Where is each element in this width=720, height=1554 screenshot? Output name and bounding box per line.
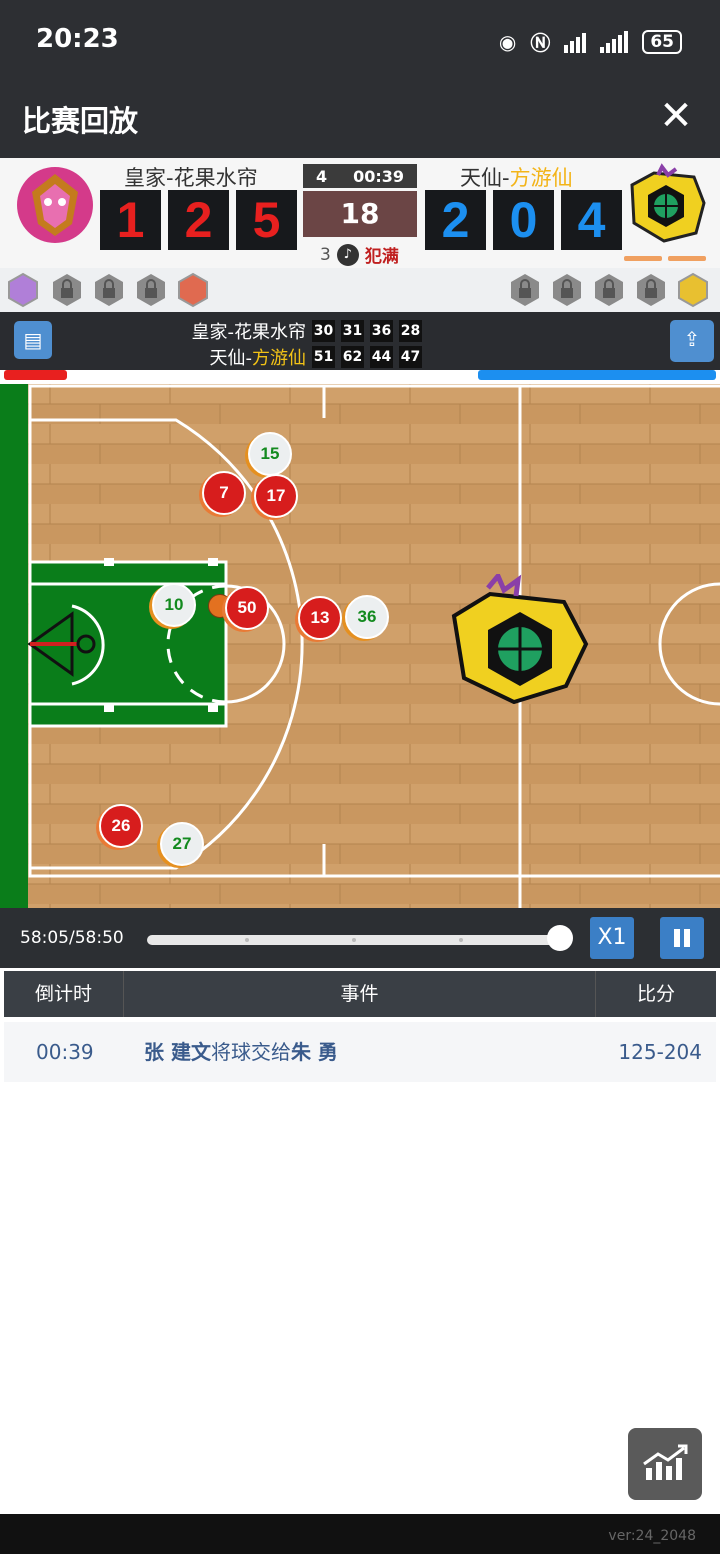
column-header-event: 事件	[124, 971, 596, 1017]
lock-icon[interactable]	[550, 272, 584, 308]
pause-button[interactable]	[660, 917, 704, 959]
home-team-logo	[17, 167, 93, 243]
status-time: 20:23	[36, 24, 119, 54]
home-quarter-team: 皇家-花果水帘	[191, 322, 307, 343]
signal-icon	[564, 31, 587, 53]
away-score-digit: 0	[493, 190, 554, 250]
stats-chart-button[interactable]	[628, 1428, 702, 1500]
chart-icon	[643, 1444, 688, 1480]
home-score-digit: 1	[100, 190, 161, 250]
period: 4	[315, 166, 328, 186]
event-description: 张 建文将球交给朱 勇	[144, 1040, 338, 1064]
home-player-token[interactable]: 50	[225, 586, 269, 630]
close-button[interactable]: ✕	[656, 94, 696, 138]
home-team-name: 皇家-花果水帘	[124, 166, 258, 190]
page-title: 比赛回放	[22, 104, 139, 138]
lock-icon[interactable]	[592, 272, 626, 308]
pause-icon	[674, 929, 680, 947]
quarter-score: 47	[399, 346, 422, 368]
away-score: 2 0 4	[425, 190, 622, 250]
quarter-score: 31	[341, 320, 364, 342]
quarter-score: 51	[312, 346, 335, 368]
nfc-icon: Ⓝ	[530, 31, 551, 55]
away-player-token[interactable]: 10	[152, 583, 196, 627]
foul-count: 3	[320, 244, 331, 265]
home-possession	[4, 370, 67, 380]
playback-slider-knob[interactable]	[546, 925, 573, 951]
team-badge-icon[interactable]	[176, 272, 210, 308]
player-badge-row	[0, 268, 720, 312]
scoreboard: 皇家-花果水帘 1 2 5 4 00:39 18 3 ♪ 犯满 天仙-方游仙 2…	[0, 158, 720, 268]
playback-slider[interactable]	[147, 935, 565, 945]
foul-status: 犯满	[364, 247, 399, 267]
away-timeout-indicators	[624, 256, 706, 261]
home-score-digit: 2	[168, 190, 229, 250]
team-badge-icon[interactable]	[676, 272, 710, 308]
away-player-token[interactable]: 36	[345, 595, 389, 639]
home-player-token[interactable]: 13	[298, 596, 342, 640]
quarter-score: 30	[312, 320, 335, 342]
shot-clock: 18	[303, 191, 417, 237]
column-header-countdown: 倒计时	[4, 971, 124, 1017]
quarter-score: 36	[370, 320, 393, 342]
playback-time: 58:05/58:50	[20, 928, 124, 948]
lock-icon[interactable]	[92, 272, 126, 308]
home-quarter-row: 皇家-花果水帘 30 31 36 28	[191, 318, 422, 344]
quarter-scores-panel: ▤ 皇家-花果水帘 30 31 36 28 天仙-方游仙 51 62 44 47…	[0, 312, 720, 370]
center-court-logo	[451, 574, 589, 704]
foul-indicator: 3 ♪ 犯满	[320, 242, 399, 267]
possession-bar	[0, 370, 720, 384]
lock-icon[interactable]	[134, 272, 168, 308]
speed-button[interactable]: X1	[590, 917, 634, 959]
away-quarter-team: 天仙-方游仙	[209, 348, 307, 369]
away-score-digit: 2	[425, 190, 486, 250]
home-player-token[interactable]: 26	[99, 804, 143, 848]
eye-icon: ◉	[498, 29, 517, 54]
home-player-token[interactable]: 17	[254, 474, 298, 518]
status-icons: ◉ Ⓝ 65	[499, 27, 682, 56]
quarter-score: 44	[370, 346, 393, 368]
lock-icon[interactable]	[634, 272, 668, 308]
lock-icon[interactable]	[50, 272, 84, 308]
version-label: ver:24_2048	[608, 1528, 696, 1544]
away-player-token[interactable]: 15	[248, 432, 292, 476]
away-team-logo	[630, 163, 706, 243]
basketball-court: 15 7 17 10 50 13 36 26 27	[0, 384, 720, 908]
status-bar: 20:23 ◉ Ⓝ 65	[0, 0, 720, 76]
away-team-name: 天仙-方游仙	[460, 166, 573, 190]
away-score-digit: 4	[561, 190, 622, 250]
title-bar: 比赛回放 ✕	[0, 76, 720, 158]
quarter-score: 62	[341, 346, 364, 368]
team-badge-icon[interactable]	[6, 272, 40, 308]
events-table-header: 倒计时 事件 比分	[4, 971, 716, 1017]
game-clock-box: 4 00:39	[303, 164, 417, 188]
home-score: 1 2 5	[100, 190, 297, 250]
away-player-token[interactable]: 27	[160, 822, 204, 866]
battery-icon: 65	[642, 29, 682, 54]
home-player-token[interactable]: 7	[202, 471, 246, 515]
footer-bar: ver:24_2048	[0, 1514, 720, 1554]
event-score: 125-204	[618, 1040, 702, 1064]
share-icon[interactable]: ⇪	[670, 320, 714, 362]
home-score-digit: 5	[236, 190, 297, 250]
quarter-score: 28	[399, 320, 422, 342]
whistle-icon: ♪	[336, 243, 359, 266]
signal-icon-2	[600, 30, 629, 53]
lock-icon[interactable]	[508, 272, 542, 308]
table-row[interactable]: 00:39 张 建文将球交给朱 勇 125-204	[4, 1022, 716, 1082]
game-clock: 00:39	[353, 166, 404, 186]
column-header-score: 比分	[636, 983, 675, 1005]
event-time: 00:39	[36, 1040, 94, 1064]
playback-controls: 58:05/58:50 X1	[0, 908, 720, 968]
document-icon[interactable]: ▤	[14, 321, 52, 359]
away-possession	[478, 370, 716, 380]
away-quarter-row: 天仙-方游仙 51 62 44 47	[209, 344, 422, 370]
